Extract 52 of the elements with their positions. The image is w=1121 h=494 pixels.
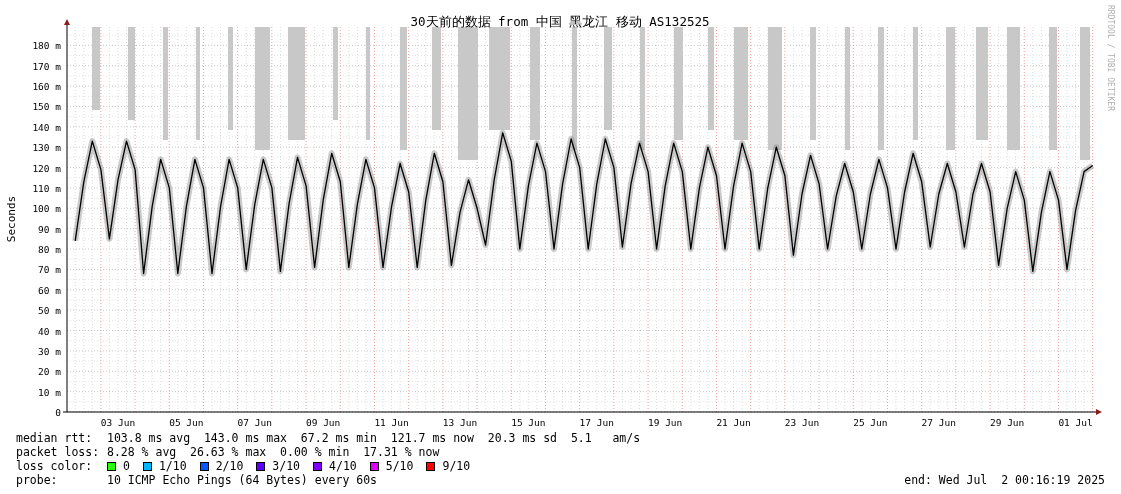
chart-title: 30天前的数据 from 中国 黑龙江 移动 AS132525	[410, 14, 710, 29]
legend-label: probe:	[16, 473, 59, 487]
x-tick-label: 01 Jul	[1058, 417, 1093, 428]
y-tick-label: 100 m	[32, 203, 61, 215]
legend-label: loss color:	[16, 459, 94, 473]
y-tick-label: 60 m	[38, 284, 61, 296]
y-tick-label: 170 m	[32, 60, 61, 72]
loss-color-label: 9/10	[442, 459, 471, 473]
y-tick-label: 160 m	[32, 81, 61, 93]
x-tick-label: 07 Jun	[237, 417, 272, 428]
y-tick-label: 150 m	[32, 101, 61, 113]
y-tick-label: 80 m	[38, 244, 61, 256]
y-tick-label: 130 m	[32, 142, 61, 154]
y-tick-label: 50 m	[38, 305, 61, 317]
loss-color-label: 5/10	[385, 459, 414, 473]
y-tick-label: 120 m	[32, 162, 61, 174]
loss-color-label: 2/10	[215, 459, 244, 473]
y-tick-label: 0	[55, 407, 61, 418]
legend-label: packet loss:	[16, 445, 101, 459]
x-tick-label: 23 Jun	[784, 417, 820, 428]
loss-color-label: 0	[123, 459, 130, 473]
x-tick-label: 05 Jun	[169, 417, 204, 428]
y-tick-label: 40 m	[38, 325, 61, 337]
y-tick-label: 110 m	[32, 182, 61, 194]
y-tick-label: 140 m	[32, 121, 61, 133]
y-tick-label: 70 m	[38, 264, 61, 276]
packet-loss-stats: 8.28 % avg 26.63 % max 0.00 % min 17.31 % now	[107, 445, 440, 459]
y-axis-title: Seconds	[5, 195, 18, 243]
x-tick-label: 03 Jun	[100, 417, 136, 428]
legend-label: median rtt:	[16, 431, 94, 445]
x-tick-label: 19 Jun	[648, 417, 683, 428]
x-tick-label: 21 Jun	[716, 417, 751, 428]
x-tick-label: 09 Jun	[306, 417, 341, 428]
loss-color-label: 3/10	[272, 459, 301, 473]
x-tick-label: 13 Jun	[442, 417, 478, 428]
x-tick-label: 27 Jun	[921, 417, 956, 428]
x-tick-label: 29 Jun	[990, 417, 1025, 428]
x-tick-label: 11 Jun	[374, 417, 409, 428]
y-tick-label: 30 m	[38, 345, 61, 357]
loss-color-label: 4/10	[329, 459, 357, 473]
probe-info: 10 ICMP Echo Pings (64 Bytes) every 60s	[107, 473, 378, 487]
y-tick-label: 90 m	[38, 223, 61, 235]
loss-color-label: 1/10	[158, 459, 187, 473]
y-tick-label: 180 m	[32, 40, 61, 52]
rrdtool-credit: RRDTOOL / TOBI OETIKER	[1106, 5, 1115, 111]
y-tick-label: 10 m	[38, 386, 61, 398]
end-time: end: Wed Jul 2 00:16:19 2025	[904, 473, 1105, 487]
x-tick-label: 25 Jun	[853, 417, 888, 428]
median-rtt-stats: 103.8 ms avg 143.0 ms max 67.2 ms min 121.7 ms now 20.3 ms sd 5.1 am/s	[107, 431, 641, 445]
y-tick-label: 20 m	[38, 366, 61, 378]
x-tick-label: 15 Jun	[511, 417, 546, 428]
x-tick-label: 17 Jun	[579, 417, 614, 428]
